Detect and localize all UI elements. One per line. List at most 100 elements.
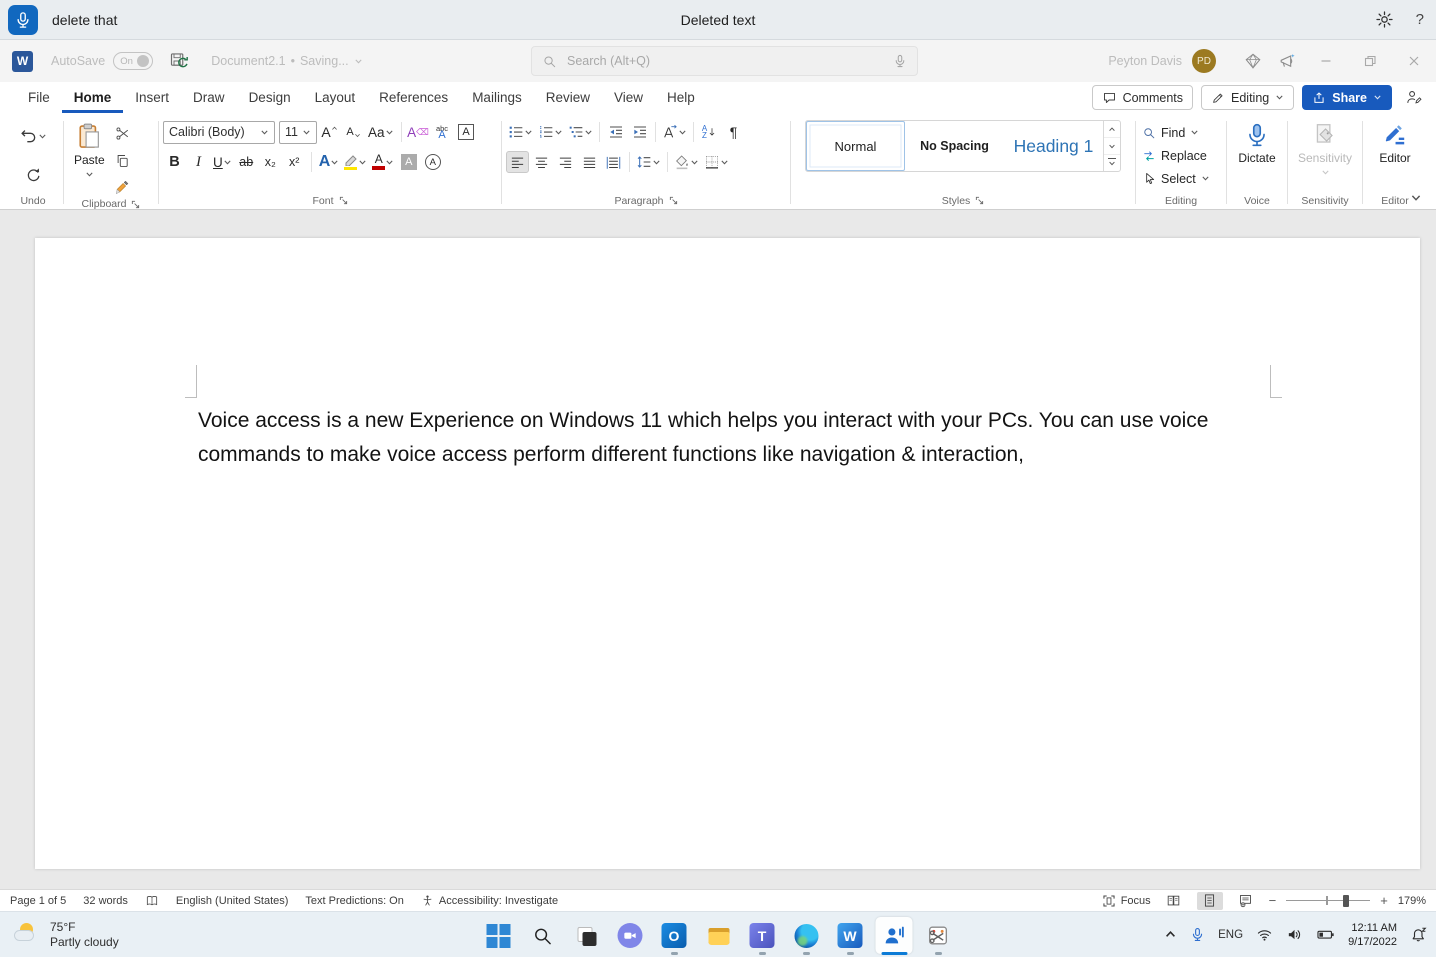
premium-diamond-icon[interactable] <box>1236 40 1270 82</box>
dialog-launcher-icon[interactable] <box>339 196 348 205</box>
tab-review[interactable]: Review <box>534 82 602 113</box>
zoom-slider-thumb[interactable] <box>1343 895 1349 907</box>
shading-button[interactable] <box>672 151 701 173</box>
line-spacing-button[interactable] <box>634 151 663 173</box>
page-indicator[interactable]: Page 1 of 5 <box>10 895 66 907</box>
collapse-ribbon-button[interactable] <box>1410 192 1422 204</box>
language-switcher[interactable]: ENG <box>1218 929 1243 941</box>
editor-button[interactable]: Editor <box>1373 117 1416 192</box>
sensitivity-button[interactable]: Sensitivity <box>1292 117 1358 192</box>
dictate-button[interactable]: Dictate <box>1232 117 1281 192</box>
change-case-button[interactable]: Aa <box>366 121 396 143</box>
character-shading-button[interactable]: A <box>397 151 420 173</box>
styles-scroll-up-button[interactable] <box>1104 121 1120 138</box>
save-button[interactable] <box>169 51 189 71</box>
enclose-characters-button[interactable]: A <box>421 151 444 173</box>
share-button[interactable]: Share <box>1302 85 1392 110</box>
editing-mode-button[interactable]: Editing <box>1201 85 1294 110</box>
outlook-button[interactable]: O <box>656 917 693 954</box>
strikethrough-button[interactable]: ab <box>235 151 258 173</box>
tab-references[interactable]: References <box>367 82 460 113</box>
tray-microphone-icon[interactable] <box>1190 927 1205 942</box>
web-layout-button[interactable] <box>1233 892 1259 910</box>
text-effects-button[interactable]: A <box>317 151 342 173</box>
italic-button[interactable]: I <box>187 151 210 173</box>
tab-view[interactable]: View <box>602 82 655 113</box>
zoom-slider[interactable] <box>1286 900 1370 902</box>
decrease-indent-button[interactable] <box>604 121 627 143</box>
taskbar-search-button[interactable] <box>524 917 561 954</box>
search-box[interactable] <box>531 46 918 76</box>
asian-layout-button[interactable] <box>660 121 689 143</box>
zoom-level[interactable]: 179% <box>1398 895 1426 907</box>
align-center-button[interactable] <box>530 151 553 173</box>
dictation-mic-icon[interactable] <box>893 54 907 68</box>
comments-button[interactable]: Comments <box>1092 85 1193 110</box>
zoom-in-button[interactable]: + <box>1380 893 1388 908</box>
format-painter-button[interactable] <box>111 176 134 198</box>
tab-help[interactable]: Help <box>655 82 707 113</box>
restore-button[interactable] <box>1348 40 1392 82</box>
user-name[interactable]: Peyton Davis <box>1108 54 1182 68</box>
distribute-button[interactable] <box>602 151 625 173</box>
dialog-launcher-icon[interactable] <box>975 196 984 205</box>
styles-scroll-down-button[interactable] <box>1104 138 1120 155</box>
volume-icon[interactable] <box>1286 926 1303 943</box>
read-mode-button[interactable] <box>1161 892 1187 910</box>
grow-font-button[interactable]: A <box>318 121 341 143</box>
align-left-button[interactable] <box>506 151 529 173</box>
document-text[interactable]: Voice access is a new Experience on Wind… <box>198 404 1283 471</box>
avatar[interactable]: PD <box>1192 49 1216 73</box>
word-button[interactable]: W <box>832 917 869 954</box>
underline-button[interactable]: U <box>211 151 234 173</box>
style-heading-1[interactable]: Heading 1 <box>1004 121 1103 171</box>
bold-button[interactable]: B <box>163 151 186 173</box>
autosave-toggle[interactable]: On <box>113 52 153 70</box>
tab-mailings[interactable]: Mailings <box>460 82 534 113</box>
superscript-button[interactable]: x² <box>283 151 306 173</box>
document-page[interactable]: Voice access is a new Experience on Wind… <box>35 238 1420 869</box>
battery-icon[interactable] <box>1316 925 1335 944</box>
clear-formatting-button[interactable]: A⌫ <box>407 121 430 143</box>
snipping-tool-button[interactable] <box>920 917 957 954</box>
voice-access-mic-button[interactable] <box>8 5 38 35</box>
teams-button[interactable]: T <box>744 917 781 954</box>
borders-button[interactable] <box>702 151 731 173</box>
tab-draw[interactable]: Draw <box>181 82 237 113</box>
minimize-button[interactable] <box>1304 40 1348 82</box>
font-name-combo[interactable]: Calibri (Body) <box>163 121 275 144</box>
find-button[interactable]: Find <box>1140 123 1222 143</box>
multilevel-list-button[interactable] <box>566 121 595 143</box>
styles-gallery-more-button[interactable] <box>1104 155 1120 171</box>
focus-button[interactable]: Focus <box>1102 894 1151 908</box>
voice-access-taskbar-button[interactable] <box>876 917 913 954</box>
tab-layout[interactable]: Layout <box>303 82 368 113</box>
align-right-button[interactable] <box>554 151 577 173</box>
phonetic-guide-button[interactable]: abcA <box>431 121 454 143</box>
copy-button[interactable] <box>111 149 134 171</box>
file-explorer-button[interactable] <box>700 917 737 954</box>
style-no-spacing[interactable]: No Spacing <box>905 121 1004 171</box>
proofing-errors-icon[interactable] <box>145 894 159 908</box>
word-count[interactable]: 32 words <box>83 895 128 907</box>
language-indicator[interactable]: English (United States) <box>176 895 289 907</box>
undo-button[interactable] <box>19 127 47 146</box>
dialog-launcher-icon[interactable] <box>669 196 678 205</box>
dialog-launcher-icon[interactable] <box>131 200 140 209</box>
bullet-list-button[interactable] <box>506 121 535 143</box>
replace-button[interactable]: Replace <box>1140 146 1222 166</box>
font-size-combo[interactable]: 11 <box>279 121 317 144</box>
print-layout-button[interactable] <box>1197 892 1223 910</box>
tab-insert[interactable]: Insert <box>123 82 181 113</box>
show-paragraph-marks-button[interactable]: ¶ <box>722 121 745 143</box>
document-area[interactable]: Voice access is a new Experience on Wind… <box>0 210 1436 889</box>
increase-indent-button[interactable] <box>628 121 651 143</box>
clock[interactable]: 12:11 AM 9/17/2022 <box>1348 921 1397 949</box>
weather-widget[interactable]: 75°F Partly cloudy <box>12 920 119 950</box>
shrink-font-button[interactable]: A <box>342 121 365 143</box>
text-predictions-indicator[interactable]: Text Predictions: On <box>305 895 403 907</box>
cut-button[interactable] <box>111 122 134 144</box>
style-normal[interactable]: Normal <box>806 121 905 171</box>
search-input[interactable] <box>567 54 883 68</box>
voice-settings-button[interactable] <box>1375 10 1394 29</box>
